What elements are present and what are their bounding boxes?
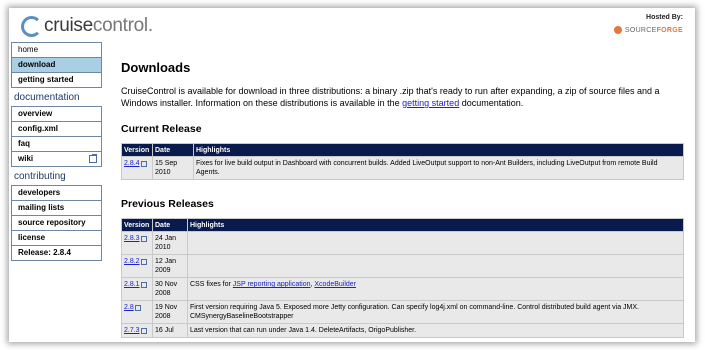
sidebar-item-faq[interactable]: faq xyxy=(11,137,102,152)
table-row: 2.8.4 15 Sep 2010 Fixes for live build o… xyxy=(121,156,684,180)
release-version: Release: 2.8.4 xyxy=(11,246,102,261)
col-header-version: Version xyxy=(121,143,153,157)
release-date: 12 Jan 2009 xyxy=(152,254,188,278)
table-row: 2.8.2 12 Jan 2009 xyxy=(121,254,684,278)
sourceforge-text-bold: FORGE xyxy=(656,26,683,34)
sidebar-item-home[interactable]: home xyxy=(11,42,102,58)
sidebar-item-label: developers xyxy=(18,188,61,197)
getting-started-link[interactable]: getting started xyxy=(402,98,459,108)
sourceforge-icon xyxy=(613,26,622,34)
sourceforge-text-light: SOURCE xyxy=(624,26,657,34)
release-date: 19 Nov 2008 xyxy=(152,300,188,324)
logo-c-icon xyxy=(21,15,42,37)
release-date: 30 Nov 2008 xyxy=(152,277,188,301)
hosted-by: Hosted By: SOURCE FORGE xyxy=(613,14,683,34)
sidebar-item-label: faq xyxy=(18,139,30,148)
release-highlights: Fixes for live build output in Dashboard… xyxy=(193,156,684,180)
table-row: 2.8 19 Nov 2008 First version requiring … xyxy=(121,300,684,324)
release-highlights: Last version that can run under Java 1.4… xyxy=(187,323,684,338)
sidebar-nav: home download getting started documentat… xyxy=(11,42,102,261)
sidebar-item-label: download xyxy=(18,60,56,69)
sidebar-item-label: overview xyxy=(18,109,53,118)
sidebar-heading-documentation: documentation xyxy=(14,92,80,103)
page-title: Downloads xyxy=(121,60,191,75)
sidebar-item-developers[interactable]: developers xyxy=(11,185,102,201)
table-row: 2.8.3 24 Jan 2010 xyxy=(121,231,684,255)
previous-releases-heading: Previous Releases xyxy=(121,198,214,210)
sidebar-item-license[interactable]: license xyxy=(11,231,102,246)
col-header-highlights: Highlights xyxy=(187,218,684,232)
sidebar-item-mailing-lists[interactable]: mailing lists xyxy=(11,201,102,216)
release-date: 24 Jan 2010 xyxy=(152,231,188,255)
sidebar-item-label: license xyxy=(18,233,46,242)
cruisecontrol-logo[interactable]: cruisecontrol. xyxy=(21,15,153,37)
previous-releases-table: Version Date Highlights 2.8.3 24 Jan 201… xyxy=(121,218,684,338)
sourceforge-logo[interactable]: SOURCE FORGE xyxy=(613,26,683,34)
release-highlights: First version requiring Java 5. Exposed … xyxy=(187,300,684,324)
current-release-heading: Current Release xyxy=(121,123,202,135)
table-row: 2.8.1 30 Nov 2008 CSS fixes for JSP repo… xyxy=(121,277,684,301)
sidebar-item-download[interactable]: download xyxy=(11,58,102,73)
browser-page: cruisecontrol. Hosted By: SOURCE FORGE ho… xyxy=(9,8,695,342)
site-header: cruisecontrol. Hosted By: SOURCE FORGE xyxy=(9,8,695,44)
sidebar-item-config-xml[interactable]: config.xml xyxy=(11,122,102,137)
external-link-icon xyxy=(140,160,147,167)
jsp-reporting-link[interactable]: JSP reporting application xyxy=(233,281,311,288)
col-header-date: Date xyxy=(152,218,188,232)
external-link-icon xyxy=(140,235,147,242)
version-link[interactable]: 2.8.2 xyxy=(124,257,140,266)
table-row: 2.7.3 16 Jul Last version that can run u… xyxy=(121,323,684,338)
sidebar-item-overview[interactable]: overview xyxy=(11,106,102,122)
sidebar-item-label: config.xml xyxy=(18,124,59,133)
hosted-by-label: Hosted By: xyxy=(646,14,683,21)
external-link-icon xyxy=(89,154,97,163)
external-link-icon xyxy=(140,327,147,334)
col-header-date: Date xyxy=(152,143,194,157)
release-date: 16 Jul xyxy=(152,323,188,338)
main-content: Downloads CruiseControl is available for… xyxy=(121,60,686,338)
logo-text-dim: control xyxy=(92,15,148,36)
version-link[interactable]: 2.8.3 xyxy=(124,234,140,243)
sidebar-item-label: source repository xyxy=(18,218,86,227)
external-link-icon xyxy=(140,281,147,288)
sidebar-item-source-repository[interactable]: source repository xyxy=(11,216,102,231)
version-link[interactable]: 2.8.1 xyxy=(124,280,140,289)
sidebar-item-wiki[interactable]: wiki xyxy=(11,152,102,167)
sidebar-heading-contributing: contributing xyxy=(14,171,66,182)
xcodebuilder-link[interactable]: XcodeBuilder xyxy=(314,281,356,288)
sidebar-item-label: mailing lists xyxy=(18,203,65,212)
version-link[interactable]: 2.8 xyxy=(124,303,134,312)
release-highlights: CSS fixes for JSP reporting application,… xyxy=(187,277,684,301)
sidebar-item-label: home xyxy=(18,45,39,54)
release-highlights xyxy=(187,254,684,278)
col-header-highlights: Highlights xyxy=(193,143,684,157)
release-highlights xyxy=(187,231,684,255)
version-link[interactable]: 2.7.3 xyxy=(124,326,140,335)
sidebar-item-label: getting started xyxy=(18,75,74,84)
logo-text-dot: . xyxy=(147,15,153,36)
intro-paragraph: CruiseControl is available for download … xyxy=(121,86,660,108)
external-link-icon xyxy=(140,258,147,265)
external-link-icon xyxy=(134,304,141,311)
release-date: 15 Sep 2010 xyxy=(152,156,194,180)
sidebar-item-label: wiki xyxy=(18,154,34,163)
sidebar-item-getting-started[interactable]: getting started xyxy=(11,73,102,88)
version-link[interactable]: 2.8.4 xyxy=(124,159,140,168)
col-header-version: Version xyxy=(121,218,153,232)
current-release-table: Version Date Highlights 2.8.4 15 Sep 201… xyxy=(121,143,684,180)
logo-text-main: cruise xyxy=(44,15,93,36)
